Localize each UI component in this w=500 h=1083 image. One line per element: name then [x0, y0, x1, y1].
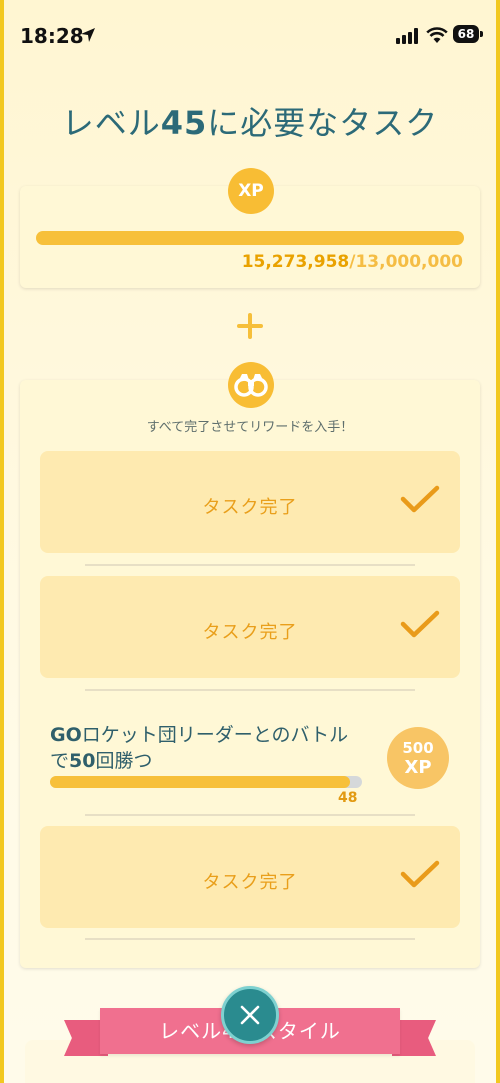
title-level: 45 [160, 104, 208, 142]
task-text-de: で [50, 750, 70, 772]
task-text-battle: ロケット団リーダーとのバトル [81, 724, 349, 746]
status-time: 18:28 [20, 24, 84, 48]
plus-icon [237, 313, 263, 339]
location-arrow-icon [81, 28, 95, 42]
task-text-count: 50 [69, 750, 96, 772]
task-completed-label: タスク完了 [202, 622, 298, 643]
task-progress-value: 48 [338, 790, 358, 806]
task-item-completed[interactable]: タスク完了 [40, 576, 460, 678]
xp-goal: 13,000,000 [355, 252, 463, 272]
task-item-completed[interactable]: タスク完了 [40, 451, 460, 553]
xp-values: 15,273,958/13,000,000 [242, 252, 463, 272]
status-bar: 18:28 68 [0, 0, 500, 70]
close-button[interactable] [221, 986, 279, 1044]
divider [85, 689, 415, 691]
title-prefix: レベル [61, 104, 161, 142]
xp-progress-bar [36, 231, 464, 245]
xp-current: 15,273,958 [241, 252, 350, 272]
xp-reward-badge: 500 XP [387, 727, 449, 789]
binoculars-icon [228, 362, 274, 408]
title-suffix: に必要なタスク [207, 104, 439, 142]
divider [85, 938, 415, 940]
tasks-subtitle: すべて完了させてリワードを入手！ [146, 420, 354, 435]
task-completed-label: タスク完了 [202, 872, 298, 893]
task-completed-label: タスク完了 [202, 497, 298, 518]
checkmark-icon [400, 860, 440, 888]
task-progress-fill [50, 776, 350, 788]
close-icon [240, 1005, 260, 1025]
xp-badge: XP [228, 168, 274, 214]
battery-icon: 68 [453, 25, 483, 43]
task-text-go: GO [50, 724, 82, 746]
checkmark-icon [400, 485, 440, 513]
task-item-active-description[interactable]: GOロケット団リーダーとのバトル で50回勝つ [50, 722, 370, 774]
page-title: レベル45に必要なタスク [0, 98, 500, 144]
checkmark-icon [400, 610, 440, 638]
left-frame-border [0, 0, 4, 1083]
right-frame-border [496, 0, 500, 1083]
divider [85, 814, 415, 816]
wifi-icon [426, 27, 448, 43]
divider [85, 564, 415, 566]
reward-amount: 500 [402, 739, 434, 757]
cellular-signal-icon [396, 28, 418, 44]
task-text-wins: 回勝つ [95, 750, 153, 772]
battery-level: 68 [457, 27, 475, 41]
task-item-completed[interactable]: タスク完了 [40, 826, 460, 928]
reward-unit: XP [404, 757, 432, 778]
